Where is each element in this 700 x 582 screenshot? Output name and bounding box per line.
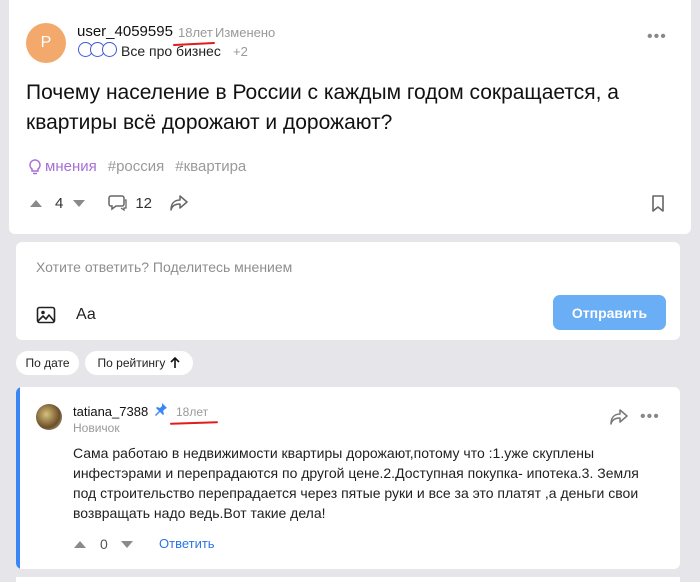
next-comment-edge — [16, 577, 680, 582]
comment-share-icon[interactable] — [610, 409, 628, 425]
tag-opinion[interactable]: мнения — [28, 158, 97, 175]
edited-label: Изменено — [215, 25, 276, 40]
reply-link[interactable]: Ответить — [159, 536, 215, 551]
community-more[interactable]: +2 — [233, 44, 248, 59]
comment-rank: Новичок — [73, 421, 120, 435]
comment-votes: 0 — [74, 536, 133, 552]
comment-more-icon[interactable]: ••• — [640, 408, 660, 426]
send-button[interactable]: Отправить — [553, 295, 666, 330]
reply-box[interactable]: Хотите ответить? Поделитесь мнением Аа О… — [16, 242, 680, 340]
comment-username[interactable]: tatiana_7388 — [73, 404, 148, 419]
share-icon[interactable] — [170, 195, 188, 211]
reply-input[interactable]: Хотите ответить? Поделитесь мнением — [36, 259, 292, 275]
downvote-icon[interactable] — [73, 199, 86, 207]
post-actions: 4 12 — [30, 194, 188, 212]
author-avatar[interactable]: P — [26, 23, 66, 63]
comment-age-badge: 18лет — [176, 405, 209, 419]
highlight-underline — [169, 421, 219, 425]
sort-by-date[interactable]: По дате — [16, 351, 79, 375]
vote-count: 4 — [55, 194, 64, 212]
author-username[interactable]: user_4059595 — [77, 23, 173, 40]
sort-label: По рейтингу — [97, 356, 166, 370]
sort-label: По дате — [25, 356, 70, 370]
bookmark-icon[interactable] — [651, 195, 665, 213]
community-icons[interactable] — [78, 42, 117, 58]
tag-label: мнения — [45, 158, 97, 175]
tag-russia[interactable]: #россия — [108, 158, 165, 175]
post-more-icon[interactable]: ••• — [647, 28, 667, 46]
tag-apartment[interactable]: #квартира — [175, 158, 246, 175]
image-upload-icon[interactable] — [36, 306, 56, 324]
comment-count: 12 — [135, 194, 153, 212]
lightbulb-icon — [29, 158, 41, 174]
arrow-up-icon — [170, 357, 181, 368]
comments-icon[interactable] — [108, 194, 128, 212]
text-format-button[interactable]: Аа — [76, 306, 96, 324]
avatar-letter: P — [40, 34, 52, 51]
pin-icon — [154, 402, 168, 419]
community-name[interactable]: Все про бизнес — [121, 43, 221, 59]
age-badge: 18лет — [178, 25, 213, 40]
comment-avatar[interactable] — [36, 404, 62, 430]
sort-by-rating[interactable]: По рейтингу — [85, 351, 193, 375]
comment-vote-count: 0 — [100, 536, 108, 552]
comment-card: tatiana_7388 18лет Новичок ••• Сама рабо… — [16, 387, 680, 569]
tag-list: мнения #россия #квартира — [28, 158, 246, 175]
post-title[interactable]: Почему население в России с каждым годом… — [26, 78, 676, 138]
upvote-icon[interactable] — [30, 199, 42, 207]
community-icon — [102, 42, 117, 57]
comment-downvote-icon[interactable] — [120, 540, 133, 548]
comment-highlight-stripe — [16, 387, 20, 569]
comment-upvote-icon[interactable] — [74, 540, 86, 548]
comment-text: Сама работаю в недвижимости квартиры дор… — [73, 445, 639, 521]
